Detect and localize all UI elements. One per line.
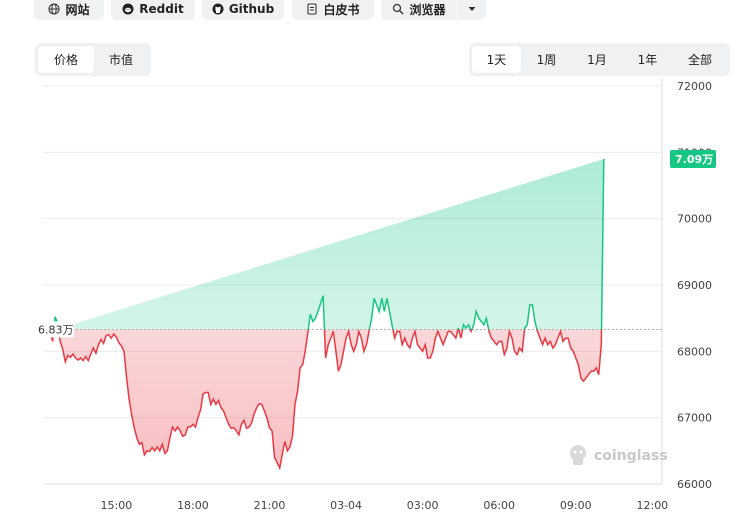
x-tick-label: 18:00 — [177, 499, 209, 512]
y-tick-label: 66000 — [677, 478, 712, 491]
x-tick-label: 09:00 — [560, 499, 592, 512]
price-chart: 7200071000700006900068000670006600015:00… — [34, 78, 716, 512]
x-tick-label: 06:00 — [483, 499, 515, 512]
y-tick-label: 72000 — [677, 80, 712, 93]
y-tick-label: 70000 — [677, 213, 712, 226]
x-tick-label: 03:00 — [407, 499, 439, 512]
y-tick-label: 67000 — [677, 412, 712, 425]
x-tick-label: 15:00 — [101, 499, 133, 512]
x-tick-label: 03-04 — [330, 499, 362, 512]
watermark-text: coinglass — [594, 448, 668, 464]
x-tick-label: 21:00 — [254, 499, 286, 512]
current-price-label: 7.09万 — [675, 153, 713, 166]
y-tick-label: 68000 — [677, 345, 712, 358]
x-tick-label: 12:00 — [636, 499, 668, 512]
coinglass-logo-icon — [570, 445, 586, 465]
coinglass-watermark: coinglass — [570, 445, 668, 465]
baseline-label: 6.83万 — [38, 323, 74, 336]
y-tick-label: 69000 — [677, 279, 712, 292]
